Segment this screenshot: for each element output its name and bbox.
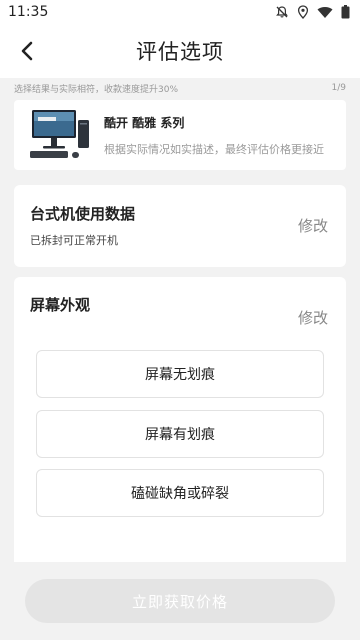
notifications-off-icon (276, 6, 288, 18)
back-button[interactable] (14, 38, 40, 64)
get-price-button[interactable]: 立即获取价格 (25, 579, 335, 623)
step-progress: 1/9 (331, 83, 346, 93)
app-bar: 评估选项 (0, 24, 360, 78)
option-no-scratches[interactable]: 屏幕无划痕 (36, 350, 324, 398)
chevron-left-icon (21, 41, 33, 61)
desktop-usage-section: 台式机使用数据 已拆封可正常开机 修改 (14, 185, 346, 267)
wifi-icon (317, 6, 333, 18)
edit-screen-appearance-button[interactable]: 修改 (298, 307, 328, 328)
product-card: 酷开 酷雅 系列 根据实际情况如实描述，最终评估价格更接近 (14, 100, 346, 170)
battery-icon (341, 5, 350, 19)
section-title: 屏幕外观 (30, 296, 91, 314)
bottom-bar: 立即获取价格 (0, 562, 360, 640)
section-selected-value: 已拆封可正常开机 (30, 234, 118, 247)
option-has-scratches[interactable]: 屏幕有划痕 (36, 410, 324, 458)
desktop-computer-image (30, 110, 89, 158)
hint-row: 选择结果与实际相符，收款速度提升30% 1/9 (0, 78, 360, 98)
product-description: 根据实际情况如实描述，最终评估价格更接近 (104, 142, 324, 156)
screen-appearance-section: 屏幕外观 修改 屏幕无划痕 屏幕有划痕 磕碰缺角或碎裂 (14, 277, 346, 567)
location-icon (297, 5, 309, 19)
status-bar: 11:35 (0, 0, 360, 24)
page-title: 评估选项 (136, 40, 224, 64)
product-name: 酷开 酷雅 系列 (104, 115, 185, 130)
status-icons (275, 5, 350, 19)
hint-text: 选择结果与实际相符，收款速度提升30% (14, 84, 179, 95)
option-chipped-or-cracked[interactable]: 磕碰缺角或碎裂 (36, 469, 324, 517)
edit-desktop-usage-button[interactable]: 修改 (298, 215, 328, 236)
status-time: 11:35 (8, 4, 49, 20)
section-title: 台式机使用数据 (30, 205, 136, 223)
